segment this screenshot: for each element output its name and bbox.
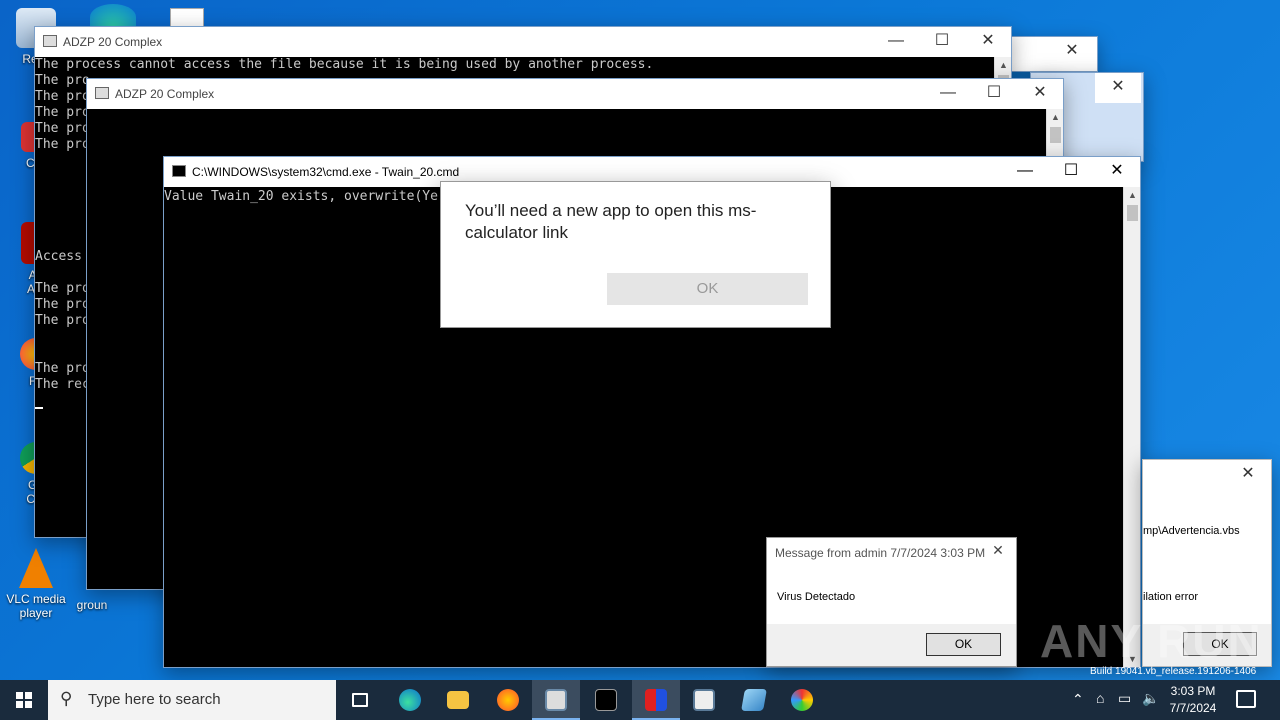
maximize-icon[interactable]: ☐ bbox=[971, 79, 1017, 109]
window-title: ADZP 20 Complex bbox=[63, 35, 163, 49]
edge-icon bbox=[399, 689, 421, 711]
task-view-icon bbox=[352, 693, 368, 707]
network-icon[interactable]: ⌂ bbox=[1096, 690, 1104, 706]
minimize-icon[interactable]: — bbox=[925, 79, 971, 109]
battery-icon[interactable]: ▭ bbox=[1118, 690, 1131, 707]
console-window-icon bbox=[95, 87, 109, 99]
close-icon[interactable]: ✕ bbox=[1094, 157, 1140, 187]
taskbar-file-explorer[interactable] bbox=[434, 680, 482, 720]
console-window-icon bbox=[43, 35, 57, 47]
ok-button[interactable]: OK bbox=[926, 633, 1001, 656]
taskbar-edge[interactable] bbox=[386, 680, 434, 720]
scroll-thumb[interactable] bbox=[1050, 127, 1061, 143]
notification-icon[interactable] bbox=[1236, 690, 1256, 708]
scrollbar[interactable]: ▲ ▼ bbox=[1123, 187, 1140, 667]
clock-time: 3:03 PM bbox=[1170, 684, 1216, 698]
window-app-icon bbox=[693, 689, 715, 711]
desktop-icon-label: groun bbox=[76, 598, 108, 612]
close-icon[interactable]: ✕ bbox=[986, 542, 1010, 562]
minimize-icon[interactable]: — bbox=[873, 27, 919, 57]
taskbar: ⚲ Type here to search ⌃ ⌂ ▭ 🔈 3:03 PM 7/… bbox=[0, 680, 1280, 720]
taskbar-firefox[interactable] bbox=[484, 680, 532, 720]
close-icon[interactable]: ✕ bbox=[1049, 37, 1095, 67]
desktop-icon-groun[interactable]: groun bbox=[62, 598, 122, 612]
script-path: mp\Advertencia.vbs bbox=[1143, 525, 1240, 537]
folder-icon bbox=[447, 691, 469, 709]
cmd-icon bbox=[595, 689, 617, 711]
taskbar-notepad[interactable] bbox=[730, 680, 778, 720]
console-line: The process cannot access the file becau… bbox=[35, 57, 654, 72]
windows-logo-icon bbox=[16, 692, 32, 708]
close-icon[interactable]: ✕ bbox=[1225, 460, 1271, 490]
ok-button[interactable]: OK bbox=[607, 273, 808, 305]
taskbar-window[interactable] bbox=[680, 680, 728, 720]
taskbar-search[interactable]: ⚲ Type here to search bbox=[48, 680, 336, 720]
watermark-logo: ANY RUN bbox=[1040, 615, 1263, 667]
maximize-icon[interactable]: ☐ bbox=[1048, 157, 1094, 187]
dialog-message: You’ll need a new app to open this ms-ca… bbox=[465, 201, 757, 242]
message-header: Message from admin 7/7/2024 3:03 PM bbox=[775, 546, 986, 560]
taskbar-installer[interactable] bbox=[632, 680, 680, 720]
taskbar-paint[interactable] bbox=[778, 680, 826, 720]
desktop-icon-label: VLC media player bbox=[6, 592, 66, 620]
tray-overflow-chevron-icon[interactable]: ⌃ bbox=[1072, 691, 1084, 708]
window-title: ADZP 20 Complex bbox=[115, 87, 215, 101]
minimize-icon[interactable]: — bbox=[1002, 157, 1048, 187]
admin-message-box[interactable]: Message from admin 7/7/2024 3:03 PM ✕ Vi… bbox=[766, 537, 1017, 667]
taskbar-cmd[interactable] bbox=[582, 680, 630, 720]
firefox-icon bbox=[497, 689, 519, 711]
error-text: ilation error bbox=[1143, 591, 1199, 603]
background-dialog-1[interactable]: ✕ bbox=[1010, 36, 1098, 72]
paint-icon bbox=[791, 689, 813, 711]
clock-date: 7/7/2024 bbox=[1169, 701, 1217, 715]
cmd-icon bbox=[172, 165, 186, 177]
build-text: Build 19041.vb_release.191206-1406 bbox=[1090, 666, 1257, 677]
clock[interactable]: 3:03 PM 7/7/2024 bbox=[1158, 683, 1228, 717]
close-icon[interactable]: ✕ bbox=[965, 27, 1011, 57]
cursor-caret bbox=[35, 407, 43, 409]
start-button[interactable] bbox=[0, 680, 48, 720]
window-title: C:\WINDOWS\system32\cmd.exe - Twain_20.c… bbox=[192, 165, 460, 179]
new-app-dialog[interactable]: You’ll need a new app to open this ms-ca… bbox=[440, 181, 831, 328]
window-titlebar[interactable]: ADZP 20 Complex — ☐ ✕ bbox=[87, 79, 1063, 109]
close-icon[interactable]: ✕ bbox=[1095, 73, 1141, 103]
scroll-thumb[interactable] bbox=[1127, 205, 1138, 221]
message-body: Virus Detectado bbox=[777, 591, 856, 603]
taskbar-console-adzp[interactable] bbox=[532, 680, 580, 720]
console-app-icon bbox=[545, 689, 567, 711]
scroll-up-arrow-icon[interactable]: ▲ bbox=[1047, 109, 1063, 125]
search-placeholder: Type here to search bbox=[88, 691, 221, 708]
volume-icon[interactable]: 🔈 bbox=[1142, 690, 1159, 707]
task-view-button[interactable] bbox=[336, 680, 384, 720]
scroll-up-arrow-icon[interactable]: ▲ bbox=[1124, 187, 1140, 203]
notepad-icon bbox=[741, 689, 767, 711]
close-icon[interactable]: ✕ bbox=[1017, 79, 1063, 109]
search-icon: ⚲ bbox=[60, 689, 73, 708]
scroll-up-arrow-icon[interactable]: ▲ bbox=[995, 57, 1011, 73]
installer-icon bbox=[645, 689, 667, 711]
vlc-icon bbox=[19, 548, 53, 588]
window-titlebar[interactable]: ADZP 20 Complex — ☐ ✕ bbox=[35, 27, 1011, 57]
maximize-icon[interactable]: ☐ bbox=[919, 27, 965, 57]
message-footer: OK bbox=[767, 624, 1016, 666]
